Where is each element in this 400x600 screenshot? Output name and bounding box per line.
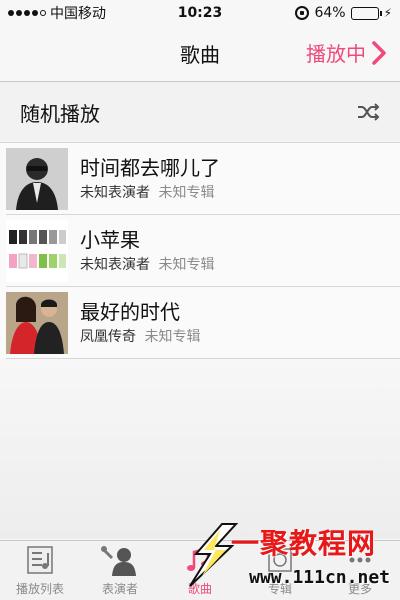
- tab-label: 专辑: [267, 582, 292, 596]
- song-subtitle: 未知表演者 未知专辑: [80, 183, 220, 203]
- status-bar: 中国移动 10:23 64% ⚡: [0, 0, 400, 26]
- song-artist: 未知表演者: [80, 185, 150, 201]
- rotation-lock-icon: [295, 6, 310, 20]
- song-meta: 最好的时代 凤凰传奇 未知专辑: [80, 299, 200, 347]
- album-art-thumbnail: [6, 292, 68, 354]
- tab-more[interactable]: 更多: [320, 541, 400, 600]
- status-right: 64% ⚡: [295, 5, 392, 21]
- shuffle-all-row[interactable]: 随机播放: [0, 82, 400, 143]
- song-subtitle: 凤凰传奇 未知专辑: [80, 327, 200, 347]
- music-app-screen: 中国移动 10:23 64% ⚡ 歌曲 播放中 随机播放 时间都去哪儿了 未知表…: [0, 0, 400, 600]
- navigation-bar: 歌曲 播放中: [0, 26, 400, 82]
- album-icon: [264, 543, 296, 577]
- tab-songs[interactable]: 歌曲: [160, 541, 240, 600]
- empty-list-area: [0, 359, 400, 539]
- song-title: 小苹果: [80, 228, 140, 252]
- shuffle-icon: [356, 103, 380, 121]
- now-playing-label: 播放中: [306, 42, 366, 66]
- tab-albums[interactable]: 专辑: [240, 541, 320, 600]
- song-row-little-apple[interactable]: 小苹果 未知表演者 未知专辑: [0, 215, 400, 287]
- song-meta: 时间都去哪儿了 未知表演者 未知专辑: [80, 155, 220, 203]
- now-playing-button[interactable]: 播放中: [306, 38, 386, 67]
- tab-label: 表演者: [101, 582, 138, 596]
- tab-playlists[interactable]: 播放列表: [0, 541, 80, 600]
- chevron-right-icon: [372, 40, 386, 65]
- song-album: 未知专辑: [144, 329, 201, 345]
- album-art-thumbnail: [6, 220, 68, 282]
- carrier-name: 中国移动: [50, 6, 106, 22]
- battery-percent: 64%: [314, 5, 346, 21]
- song-artist: 未知表演者: [80, 257, 150, 273]
- song-album: 未知专辑: [158, 257, 215, 273]
- song-title: 最好的时代: [80, 300, 180, 324]
- page-title: 歌曲: [180, 43, 220, 67]
- artist-icon: [100, 543, 140, 577]
- album-art-thumbnail: [6, 148, 68, 210]
- tab-label: 播放列表: [15, 582, 64, 596]
- song-list: 时间都去哪儿了 未知表演者 未知专辑 小苹果 未知表演者 未知专辑 最好的时代 …: [0, 143, 400, 359]
- shuffle-label: 随机播放: [20, 101, 100, 126]
- charging-icon: ⚡: [383, 6, 392, 20]
- song-meta: 小苹果 未知表演者 未知专辑: [80, 227, 214, 275]
- battery-icon: [350, 6, 382, 20]
- tab-artists[interactable]: 表演者: [80, 541, 160, 600]
- song-title: 时间都去哪儿了: [80, 156, 220, 180]
- song-subtitle: 未知表演者 未知专辑: [80, 255, 214, 275]
- tab-label: 更多: [347, 582, 372, 596]
- tab-bar: 播放列表 表演者 歌曲 专辑 更多: [0, 540, 400, 600]
- status-left: 中国移动: [8, 3, 158, 23]
- song-row-time-gone[interactable]: 时间都去哪儿了 未知表演者 未知专辑: [0, 143, 400, 215]
- song-icon: [184, 543, 216, 577]
- song-row-best-era[interactable]: 最好的时代 凤凰传奇 未知专辑: [0, 287, 400, 359]
- signal-strength-icon: [8, 10, 46, 16]
- song-album: 未知专辑: [158, 185, 215, 201]
- more-icon: [344, 543, 376, 577]
- playlist-icon: [24, 543, 56, 577]
- song-artist: 凤凰传奇: [80, 329, 136, 345]
- tab-label: 歌曲: [187, 582, 212, 596]
